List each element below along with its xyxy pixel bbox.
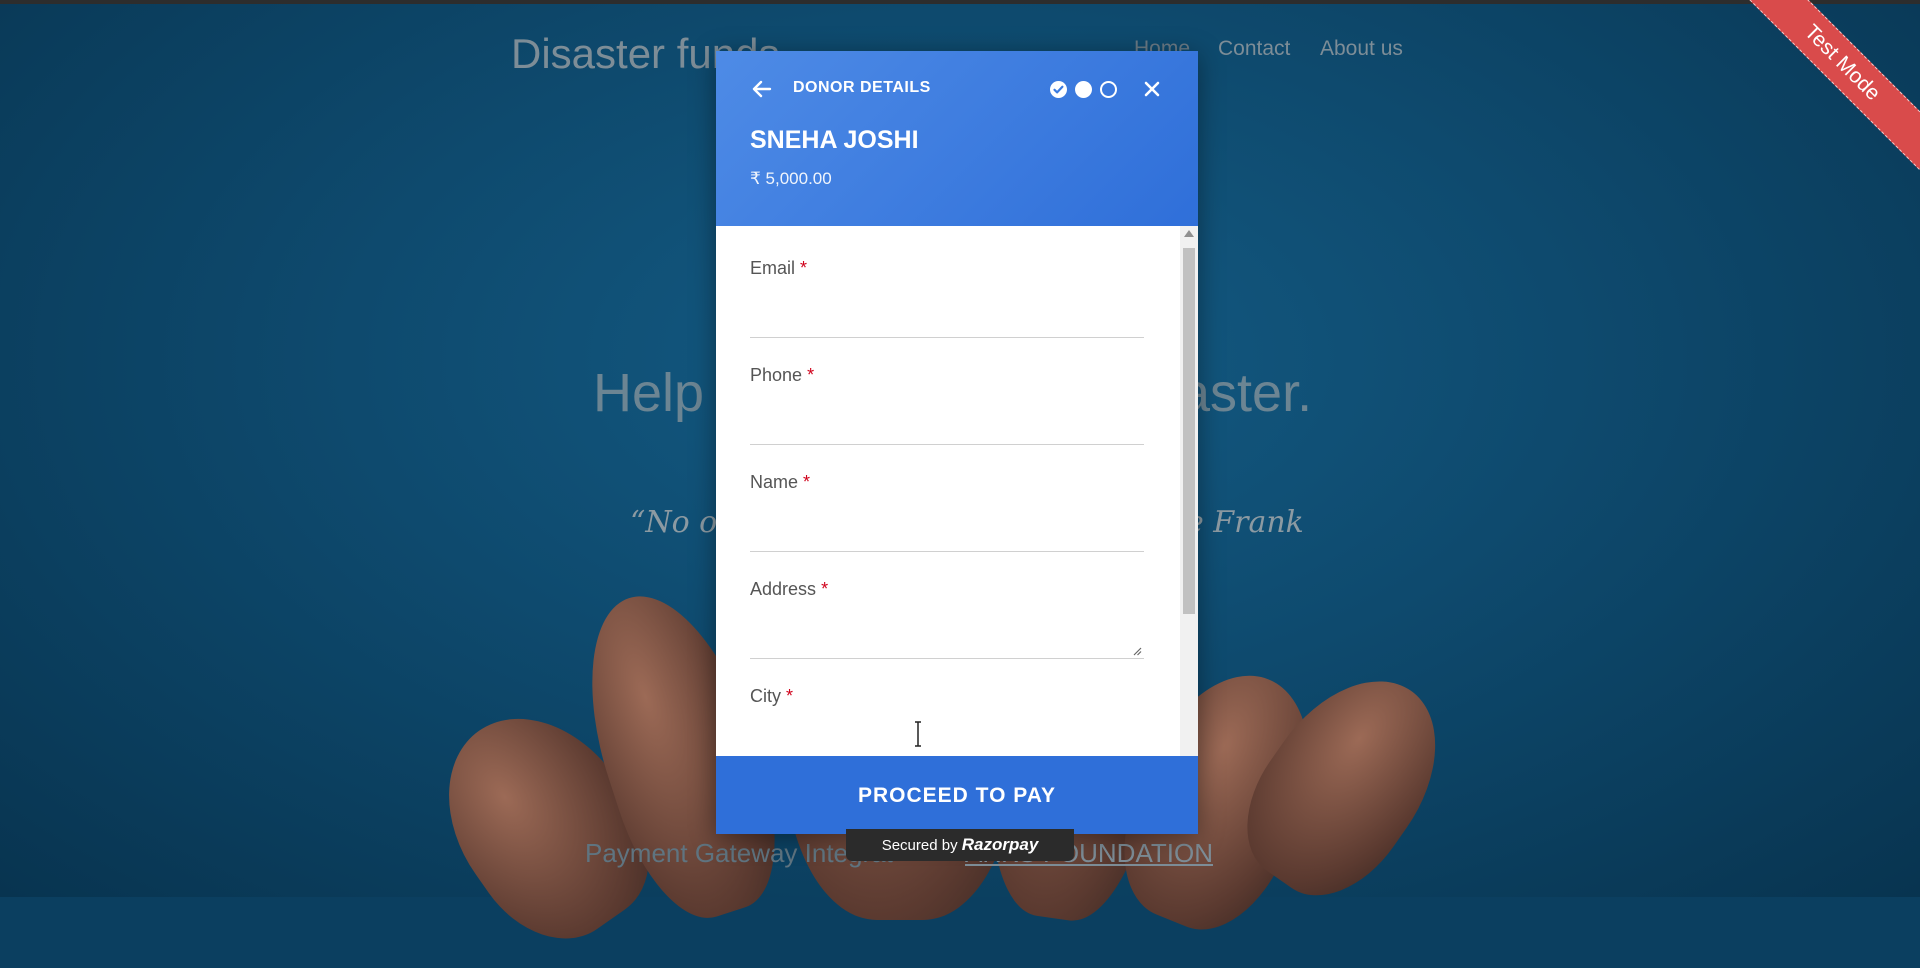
- close-icon[interactable]: [1141, 78, 1163, 100]
- back-arrow-icon[interactable]: [750, 77, 774, 101]
- phone-input-underline[interactable]: [750, 444, 1144, 445]
- donor-name: SNEHA JOSHI: [750, 126, 919, 154]
- address-label: Address *: [750, 579, 829, 599]
- hero-heading-right: aster.: [1180, 363, 1313, 423]
- email-label: Email *: [750, 258, 808, 278]
- checkout-modal: DONOR DETAILS SNEHA JOSHI ₹ 5,000.00 Ema…: [716, 51, 1198, 834]
- step-active-icon: [1075, 81, 1092, 98]
- nav-contact[interactable]: Contact: [1218, 37, 1290, 61]
- address-field[interactable]: Address *: [750, 579, 1144, 659]
- hero-heading-left: Help: [593, 363, 705, 423]
- step-pending-icon: [1100, 81, 1117, 98]
- modal-header: DONOR DETAILS SNEHA JOSHI ₹ 5,000.00: [716, 51, 1198, 226]
- secured-by-badge: Secured by Razorpay: [846, 829, 1074, 861]
- text-cursor-icon: [915, 721, 921, 747]
- address-input-underline[interactable]: [750, 658, 1144, 659]
- quote-right: e Frank: [1186, 505, 1304, 540]
- resize-handle-icon[interactable]: [1133, 647, 1142, 656]
- step-done-check-icon: [1050, 81, 1067, 98]
- phone-field[interactable]: Phone *: [750, 365, 1144, 445]
- scroll-up-arrow-icon[interactable]: [1184, 230, 1194, 237]
- nav-about-us[interactable]: About us: [1320, 37, 1403, 61]
- top-border: [0, 0, 1920, 4]
- step-indicator: [1050, 81, 1117, 98]
- name-label: Name *: [750, 472, 811, 492]
- email-field[interactable]: Email *: [750, 258, 1144, 338]
- city-field[interactable]: City *: [750, 686, 1144, 707]
- scrollbar-thumb[interactable]: [1183, 248, 1195, 614]
- city-label: City *: [750, 686, 794, 706]
- secured-by-label: Secured by: [881, 837, 958, 854]
- modal-title: DONOR DETAILS: [793, 79, 931, 96]
- razorpay-logo: Razorpay: [961, 835, 1039, 854]
- email-input-underline[interactable]: [750, 337, 1144, 338]
- name-field[interactable]: Name *: [750, 472, 1144, 552]
- phone-label: Phone *: [750, 365, 815, 385]
- proceed-to-pay-button[interactable]: PROCEED TO PAY: [716, 756, 1198, 834]
- name-input-underline[interactable]: [750, 551, 1144, 552]
- donation-amount: ₹ 5,000.00: [750, 169, 832, 188]
- form-body[interactable]: Email * Phone * Name * Address * City *: [716, 226, 1198, 756]
- scrollbar[interactable]: [1180, 226, 1198, 756]
